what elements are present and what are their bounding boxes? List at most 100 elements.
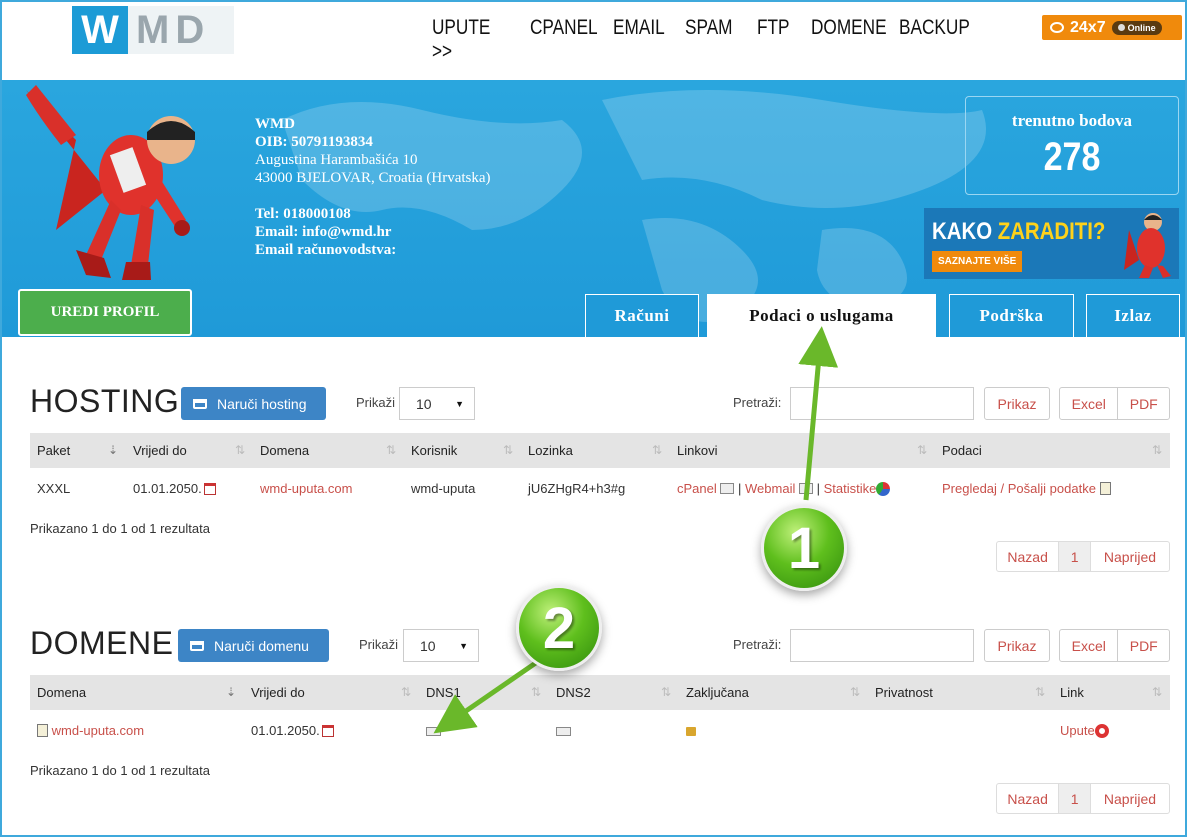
domain-link[interactable]: wmd-uputa.com [260,481,352,496]
col-lozinka[interactable]: Lozinka ⇅ [521,433,670,468]
hosting-results-info: Prikazano 1 do 1 od 1 rezultata [30,521,210,536]
cpanel-link[interactable]: cPanel [677,481,717,496]
cell-link: Upute [1053,710,1170,750]
hosting-search-input[interactable] [790,387,974,420]
col-privatnost[interactable]: Privatnost ⇅ [868,675,1053,710]
step-2-marker: 2 [516,585,602,671]
domene-page-size-value: 10 [420,637,436,654]
promo-title: KAKO ZARADITI? [932,218,1106,245]
clipboard-icon [37,723,48,737]
cell-zakljucana [679,710,868,750]
domene-results-info: Prikazano 1 do 1 od 1 rezultata [30,763,210,778]
instructions-link[interactable]: Upute [1060,723,1095,738]
domene-export-group: Excel PDF [1059,629,1170,662]
col-korisnik[interactable]: Korisnik ⇅ [404,433,521,468]
nav-ftp[interactable]: FTP [757,16,790,40]
promo-more-button[interactable]: SAZNAJTE VIŠE [932,251,1023,272]
tab-podaci-o-uslugama[interactable]: Podaci o uslugama [707,294,936,337]
order-hosting-button[interactable]: Naruči hosting [181,387,326,420]
tab-racuni[interactable]: Računi [585,294,699,337]
domene-excel-button[interactable]: Excel [1060,630,1117,661]
col-dns1[interactable]: DNS1 ⇅ [419,675,549,710]
hosting-title: HOSTING [30,383,180,419]
company-email: Email: info@wmd.hr [255,224,392,240]
domene-table-header: Domena ⇣ Vrijedi do ⇅ DNS1 ⇅ DNS2 ⇅ Zaključa… [30,675,1170,710]
chat-label: 24x7 [1070,18,1106,36]
table-row: wmd-uputa.com 01.01.2050. Upute [30,710,1170,750]
hosting-table: Paket ⇣ Vrijedi do ⇅ Domena ⇅ Korisnik ⇅ Loz… [30,433,1170,508]
domene-search-input[interactable] [790,629,974,662]
domene-page-1[interactable]: 1 [1058,784,1090,813]
server-icon[interactable] [556,726,571,736]
lifebuoy-icon [1094,723,1109,738]
company-info: WMD OIB: 50791193834 Augustina Harambaši… [255,115,491,259]
webmail-link[interactable]: Webmail [745,481,795,496]
table-row: XXXL 01.01.2050. wmd-uputa.com wmd-uputa… [30,468,1170,508]
hosting-prev-button[interactable]: Nazad [997,542,1058,571]
unlocked-icon[interactable] [686,726,696,736]
col-linkovi[interactable]: Linkovi ⇅ [670,433,935,468]
company-oib: OIB: 50791193834 [255,134,373,150]
chat-bubble-icon [1050,22,1064,33]
domene-next-button[interactable]: Naprijed [1089,784,1169,813]
step-1-marker: 1 [761,505,847,591]
hosting-next-button[interactable]: Naprijed [1089,542,1169,571]
company-address: Augustina Harambašića 10 [255,152,418,168]
main-tabs: Računi Podaci o uslugama Podrška Izlaz [2,294,1185,337]
hosting-page-size-select[interactable]: 10 ▼ [399,387,475,420]
cell-podaci: Pregledaj / Pošalji podatke [935,468,1170,508]
col-vrijedi-do[interactable]: Vrijedi do ⇅ [126,433,253,468]
hosting-pagination: Nazad 1 Naprijed [996,541,1170,572]
domene-pagination: Nazad 1 Naprijed [996,783,1170,814]
hosting-show-button[interactable]: Prikaz [984,387,1050,420]
main-nav: UPUTE >> CPANEL EMAIL SPAM FTP DOMENE BA… [432,16,987,64]
domene-search-label: Pretraži: [733,637,782,652]
order-domain-button[interactable]: Naruči domenu [178,629,329,662]
earn-promo-banner[interactable]: KAKO ZARADITI? SAZNAJTE VIŠE [924,208,1179,279]
clipboard-icon [1099,481,1111,495]
col-link[interactable]: Link ⇅ [1053,675,1170,710]
points-box: trenutno bodova 278 [965,96,1179,195]
pie-chart-icon [876,481,891,496]
domain-link[interactable]: wmd-uputa.com [52,723,144,738]
hosting-table-header: Paket ⇣ Vrijedi do ⇅ Domena ⇅ Korisnik ⇅ Loz… [30,433,1170,468]
tab-podrska[interactable]: Podrška [949,294,1074,337]
domene-pdf-button[interactable]: PDF [1117,630,1169,661]
col-domena[interactable]: Domena ⇣ [30,675,244,710]
company-email-accounting: Email računovodstva: [255,242,397,258]
order-domain-label: Naruči domenu [214,637,309,654]
logo-w: W [72,6,128,54]
col-zakljucana[interactable]: Zaključana ⇅ [679,675,868,710]
nav-email[interactable]: EMAIL [613,16,665,40]
hosting-show-label: Prikaži [356,395,396,410]
domene-prev-button[interactable]: Nazad [997,784,1058,813]
hosting-search-label: Pretraži: [733,395,782,410]
nav-backup[interactable]: BACKUP [899,16,970,40]
cell-linkovi: cPanel | Webmail | Statistike [670,468,935,508]
view-send-data-link[interactable]: Pregledaj / Pošalji podatke [942,481,1096,496]
hosting-page-1[interactable]: 1 [1058,542,1090,571]
live-chat-button[interactable]: 24x7 Online [1042,15,1182,40]
cart-icon [193,398,207,409]
wmd-logo[interactable]: W MD [72,6,234,54]
server-icon[interactable] [426,726,441,736]
domene-title: DOMENE [30,625,174,661]
nav-spam[interactable]: SPAM [685,16,733,40]
tab-izlaz[interactable]: Izlaz [1086,294,1180,337]
hosting-pdf-button[interactable]: PDF [1117,388,1169,419]
col-domena[interactable]: Domena ⇅ [253,433,404,468]
col-dns2[interactable]: DNS2 ⇅ [549,675,679,710]
online-badge: Online [1111,20,1162,35]
nav-cpanel[interactable]: CPANEL [530,16,598,40]
nav-upute[interactable]: UPUTE >> [432,16,493,64]
col-paket[interactable]: Paket ⇣ [30,433,126,468]
col-podaci[interactable]: Podaci ⇅ [935,433,1170,468]
hosting-excel-button[interactable]: Excel [1060,388,1117,419]
domene-page-size-select[interactable]: 10 ▼ [403,629,479,662]
col-vrijedi-do[interactable]: Vrijedi do ⇅ [244,675,419,710]
cell-privatnost [868,710,1053,750]
statistics-link[interactable]: Statistike [824,481,877,496]
nav-domene[interactable]: DOMENE [811,16,887,40]
domene-show-button[interactable]: Prikaz [984,629,1050,662]
envelope-icon [798,482,813,494]
